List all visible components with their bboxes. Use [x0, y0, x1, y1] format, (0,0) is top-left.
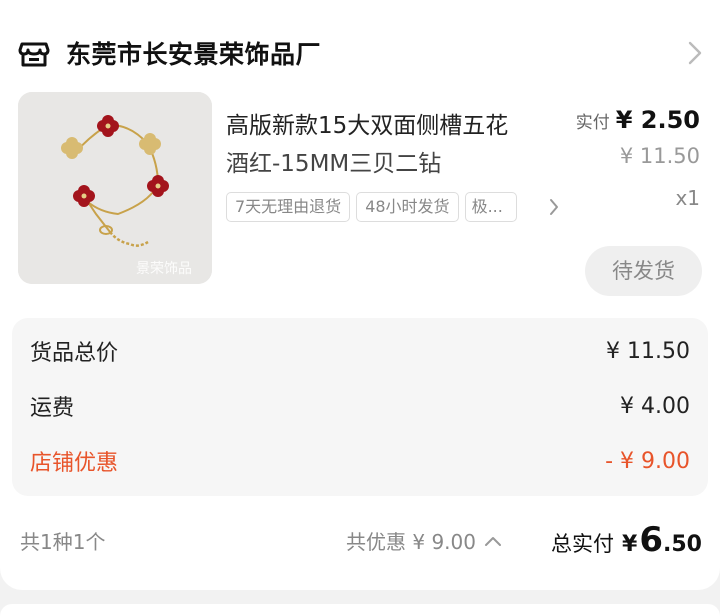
next-card-edge	[0, 604, 720, 616]
total-paid-integer: 6	[639, 520, 664, 560]
tag-more[interactable]: 极...	[464, 192, 517, 222]
product-image[interactable]: 景荣饰品	[18, 92, 212, 284]
shop-discount-value: - ¥ 9.00	[605, 448, 690, 474]
store-icon	[18, 42, 50, 67]
shop-discount-label: 店铺优惠	[30, 451, 119, 476]
tag-return[interactable]: 7天无理由退货	[226, 192, 351, 222]
awaiting-shipment-button[interactable]: 待发货	[585, 246, 702, 296]
chevron-up-icon	[484, 536, 501, 546]
paid-row: 实付 ¥ 2.50	[576, 106, 700, 134]
bracelet-image	[18, 92, 212, 284]
goods-total-label: 货品总价	[30, 341, 119, 366]
product-title[interactable]: 高版新款15大双面侧槽五花	[226, 106, 508, 140]
order-card: 东莞市长安景荣饰品厂 景荣饰品 高版新款15大双面侧槽五花 酒红-15MM三贝二…	[0, 0, 720, 590]
total-paid: 总实付 ¥ 6 .50	[551, 520, 702, 560]
goods-total-value: ¥ 11.50	[606, 338, 690, 364]
total-paid-decimal: .50	[663, 532, 702, 557]
shop-header[interactable]: 东莞市长安景荣饰品厂	[16, 26, 706, 80]
service-tags[interactable]: 7天无理由退货 48小时发货 极...	[226, 192, 562, 224]
quantity: x1	[675, 186, 700, 210]
chevron-right-icon[interactable]	[686, 38, 704, 68]
total-discount: 共优惠 ¥ 9.00	[346, 530, 476, 554]
total-paid-label: 总实付	[551, 532, 615, 556]
product-variant: 酒红-15MM三贝二钻	[226, 151, 442, 177]
shipping-value: ¥ 4.00	[620, 393, 690, 419]
shop-name[interactable]: 东莞市长安景荣饰品厂	[66, 35, 321, 71]
total-discount-toggle[interactable]: 共优惠 ¥ 9.00	[346, 526, 502, 555]
paid-price: ¥ 2.50	[615, 106, 700, 134]
shipping-label: 运费	[30, 396, 75, 421]
shop-discount-row: 店铺优惠 - ¥ 9.00	[30, 446, 690, 477]
paid-label: 实付	[575, 113, 610, 133]
item-count: 共1种1个	[20, 530, 106, 554]
currency-symbol: ¥	[622, 532, 638, 557]
tag-shipping[interactable]: 48小时发货	[356, 192, 459, 222]
tags-chevron-right-icon[interactable]	[548, 196, 560, 218]
original-price: ¥ 11.50	[619, 144, 700, 168]
order-footer: 共1种1个 共优惠 ¥ 9.00 总实付 ¥ 6 .50	[20, 520, 704, 560]
shipping-row: 运费 ¥ 4.00	[30, 391, 690, 422]
price-summary: 货品总价 ¥ 11.50 运费 ¥ 4.00 店铺优惠 - ¥ 9.00	[12, 318, 708, 496]
goods-total-row: 货品总价 ¥ 11.50	[30, 336, 690, 367]
image-watermark: 景荣饰品	[136, 261, 192, 277]
price-block: 实付 ¥ 2.50 ¥ 11.50 x1	[576, 106, 700, 210]
